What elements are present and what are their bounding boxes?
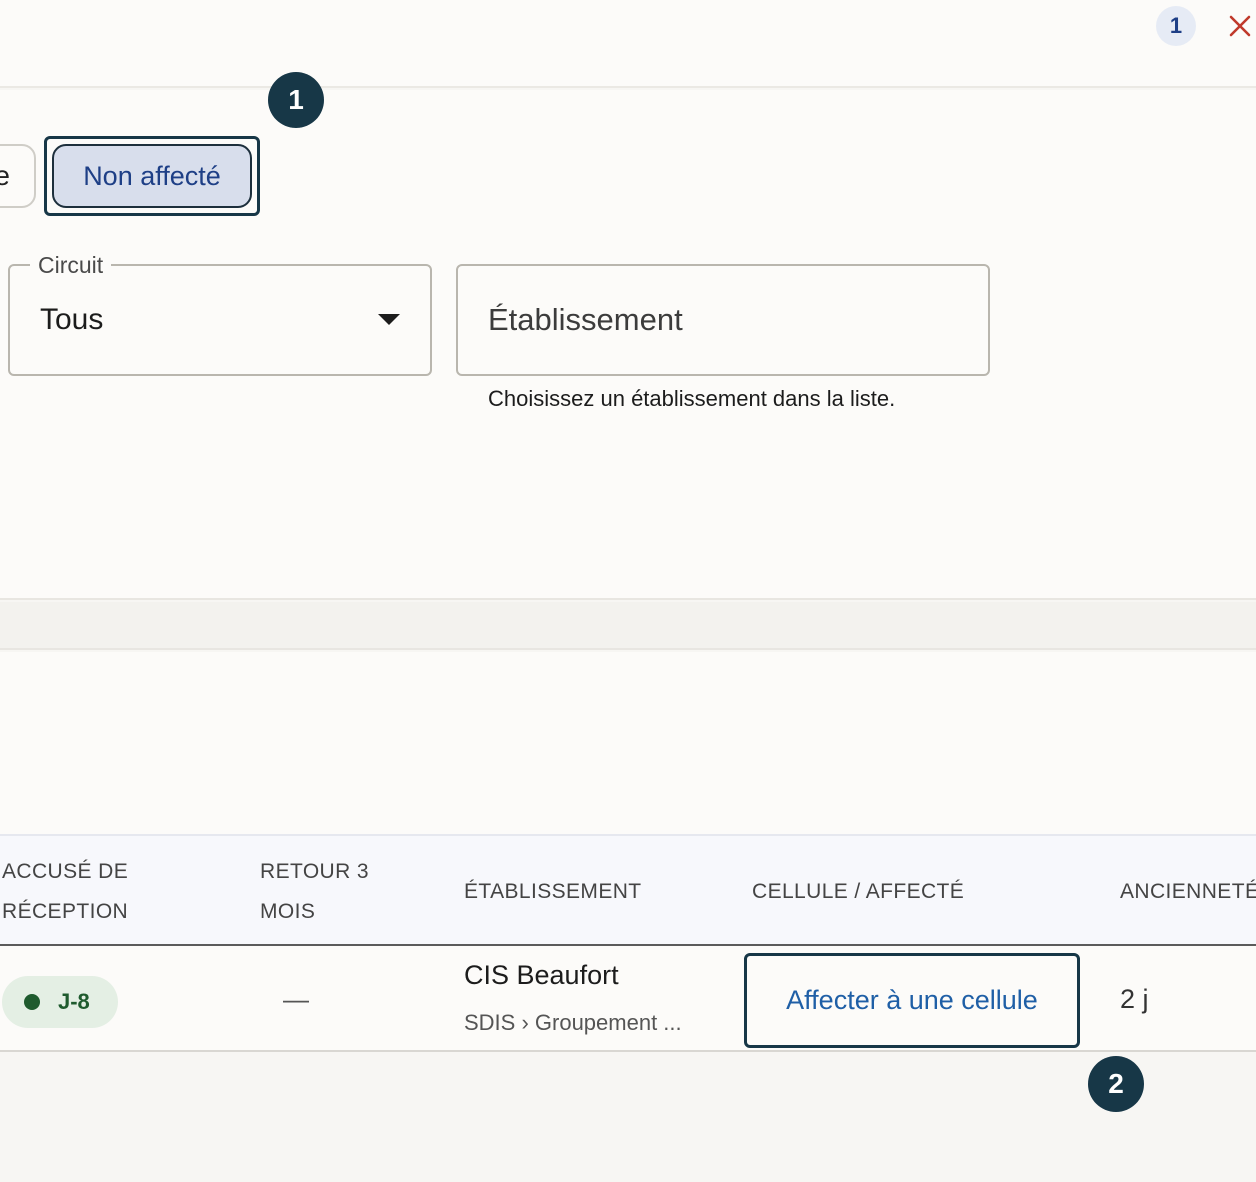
circuit-select-value: Tous — [40, 303, 104, 336]
column-header-retour-line2: MOIS — [260, 900, 316, 923]
column-header-retour[interactable]: RETOUR 3 MOIS — [260, 852, 369, 932]
column-header-cellule[interactable]: CELLULE / AFFECTÉ — [752, 872, 964, 912]
column-header-accuse-line2: RÉCEPTION — [2, 900, 129, 923]
close-icon[interactable] — [1226, 12, 1254, 40]
filter-chip-previous[interactable]: e — [0, 144, 36, 208]
column-header-accuse[interactable]: ACCUSÉ DE RÉCEPTION — [2, 852, 128, 932]
filter-chip-non-affecte[interactable]: Non affecté — [52, 144, 252, 208]
status-badge-label: J-8 — [58, 989, 90, 1014]
etablissement-helper-text: Choisissez un établissement dans la list… — [488, 386, 896, 411]
column-header-anciennete[interactable]: ANCIENNETÉ — [1120, 872, 1256, 912]
etablissement-path: SDIS › Groupement ... — [464, 1010, 682, 1035]
table-header: ACCUSÉ DE RÉCEPTION RETOUR 3 MOIS ÉTABLI… — [0, 834, 1256, 946]
anciennete-value: 2 j — [1120, 984, 1149, 1014]
step-marker-1: 1 — [268, 72, 324, 128]
step-marker-2: 2 — [1088, 1056, 1144, 1112]
status-badge: J-8 — [2, 976, 118, 1028]
section-divider — [0, 602, 1256, 650]
circuit-select-label: Circuit — [30, 252, 112, 279]
column-header-accuse-line1: ACCUSÉ DE — [2, 860, 129, 883]
etablissement-input[interactable] — [456, 264, 990, 376]
count-badge: 1 — [1156, 6, 1196, 46]
etablissement-name: CIS Beaufort — [464, 960, 619, 990]
column-header-retour-line1: RETOUR 3 — [260, 860, 369, 883]
top-bar: 1 — [0, 0, 1256, 88]
retour-value: — — [283, 984, 309, 1014]
column-header-etablissement[interactable]: ÉTABLISSEMENT — [464, 872, 642, 912]
status-dot-icon — [24, 994, 40, 1010]
caret-down-icon — [378, 314, 400, 325]
assign-cell-button[interactable]: Affecter à une cellule — [744, 953, 1080, 1048]
